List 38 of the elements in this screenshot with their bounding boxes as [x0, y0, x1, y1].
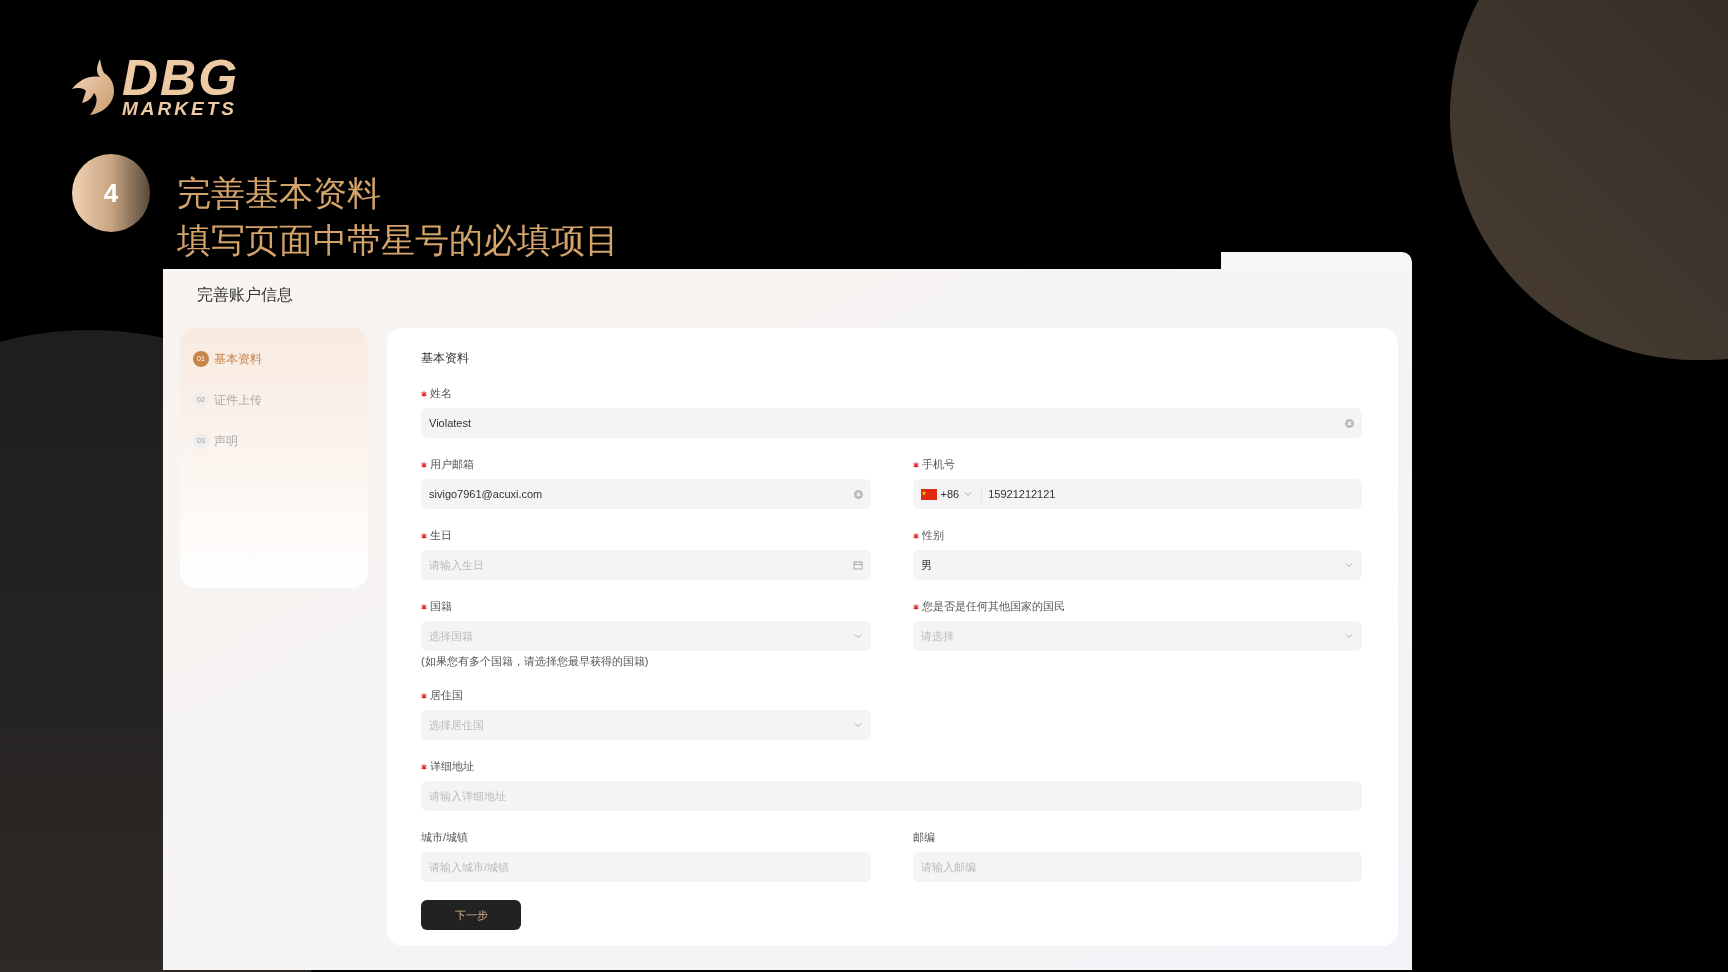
page-title: 完善账户信息	[197, 285, 294, 305]
headline-text: 完善基本资料	[177, 173, 382, 214]
logo-wordmark: DBG	[122, 57, 240, 99]
field-label: 性别	[912, 528, 1362, 543]
headline-text: 填写页面中带星号的必填项目	[177, 220, 619, 261]
field-label: 邮编	[912, 830, 936, 845]
input-field[interactable]: Violatest	[421, 408, 1362, 438]
field-label: 手机号	[912, 457, 1362, 472]
field-value: sivigo7961@acuxi.com	[429, 486, 543, 502]
field-value: 15921212121	[988, 486, 1056, 502]
flag-icon	[920, 488, 937, 500]
clear-icon[interactable]	[853, 489, 863, 499]
section-title: 基本资料	[421, 350, 470, 366]
step-number-badge: 4	[72, 154, 150, 232]
clear-icon[interactable]	[1345, 418, 1354, 428]
field-label: 生日	[421, 528, 871, 543]
chevron-down-icon	[963, 489, 974, 499]
calendar-icon[interactable]	[852, 560, 863, 570]
field-label: 您是否是任何其他国家的国民	[912, 599, 1362, 614]
input-field[interactable]: +86 15921212121	[912, 479, 1362, 509]
field-label: 用户邮箱	[421, 457, 871, 472]
country-code-select[interactable]: +86	[920, 485, 983, 503]
field-label: 城市/城镇	[421, 830, 470, 845]
input-field[interactable]: sivigo7961@acuxi.com	[421, 479, 871, 509]
chevron-down-icon	[1344, 631, 1354, 641]
chevron-down-icon	[852, 631, 863, 641]
select-field[interactable]: 男	[912, 550, 1362, 580]
field-label: 详细地址	[421, 759, 1362, 774]
field-label: 居住国	[421, 688, 871, 703]
field-value: 男	[920, 557, 932, 573]
field-label: 姓名	[421, 386, 1362, 401]
logo-tagline: MARKETS	[122, 99, 238, 118]
field-value: Violatest	[429, 415, 471, 431]
chevron-down-icon	[852, 720, 863, 730]
next-button[interactable]: 下一步	[421, 900, 521, 930]
field-hint: (如果您有多个国籍，请选择您最早获得的国籍)	[421, 654, 650, 669]
chevron-down-icon	[1344, 560, 1354, 570]
field-label: 国籍	[421, 599, 871, 614]
